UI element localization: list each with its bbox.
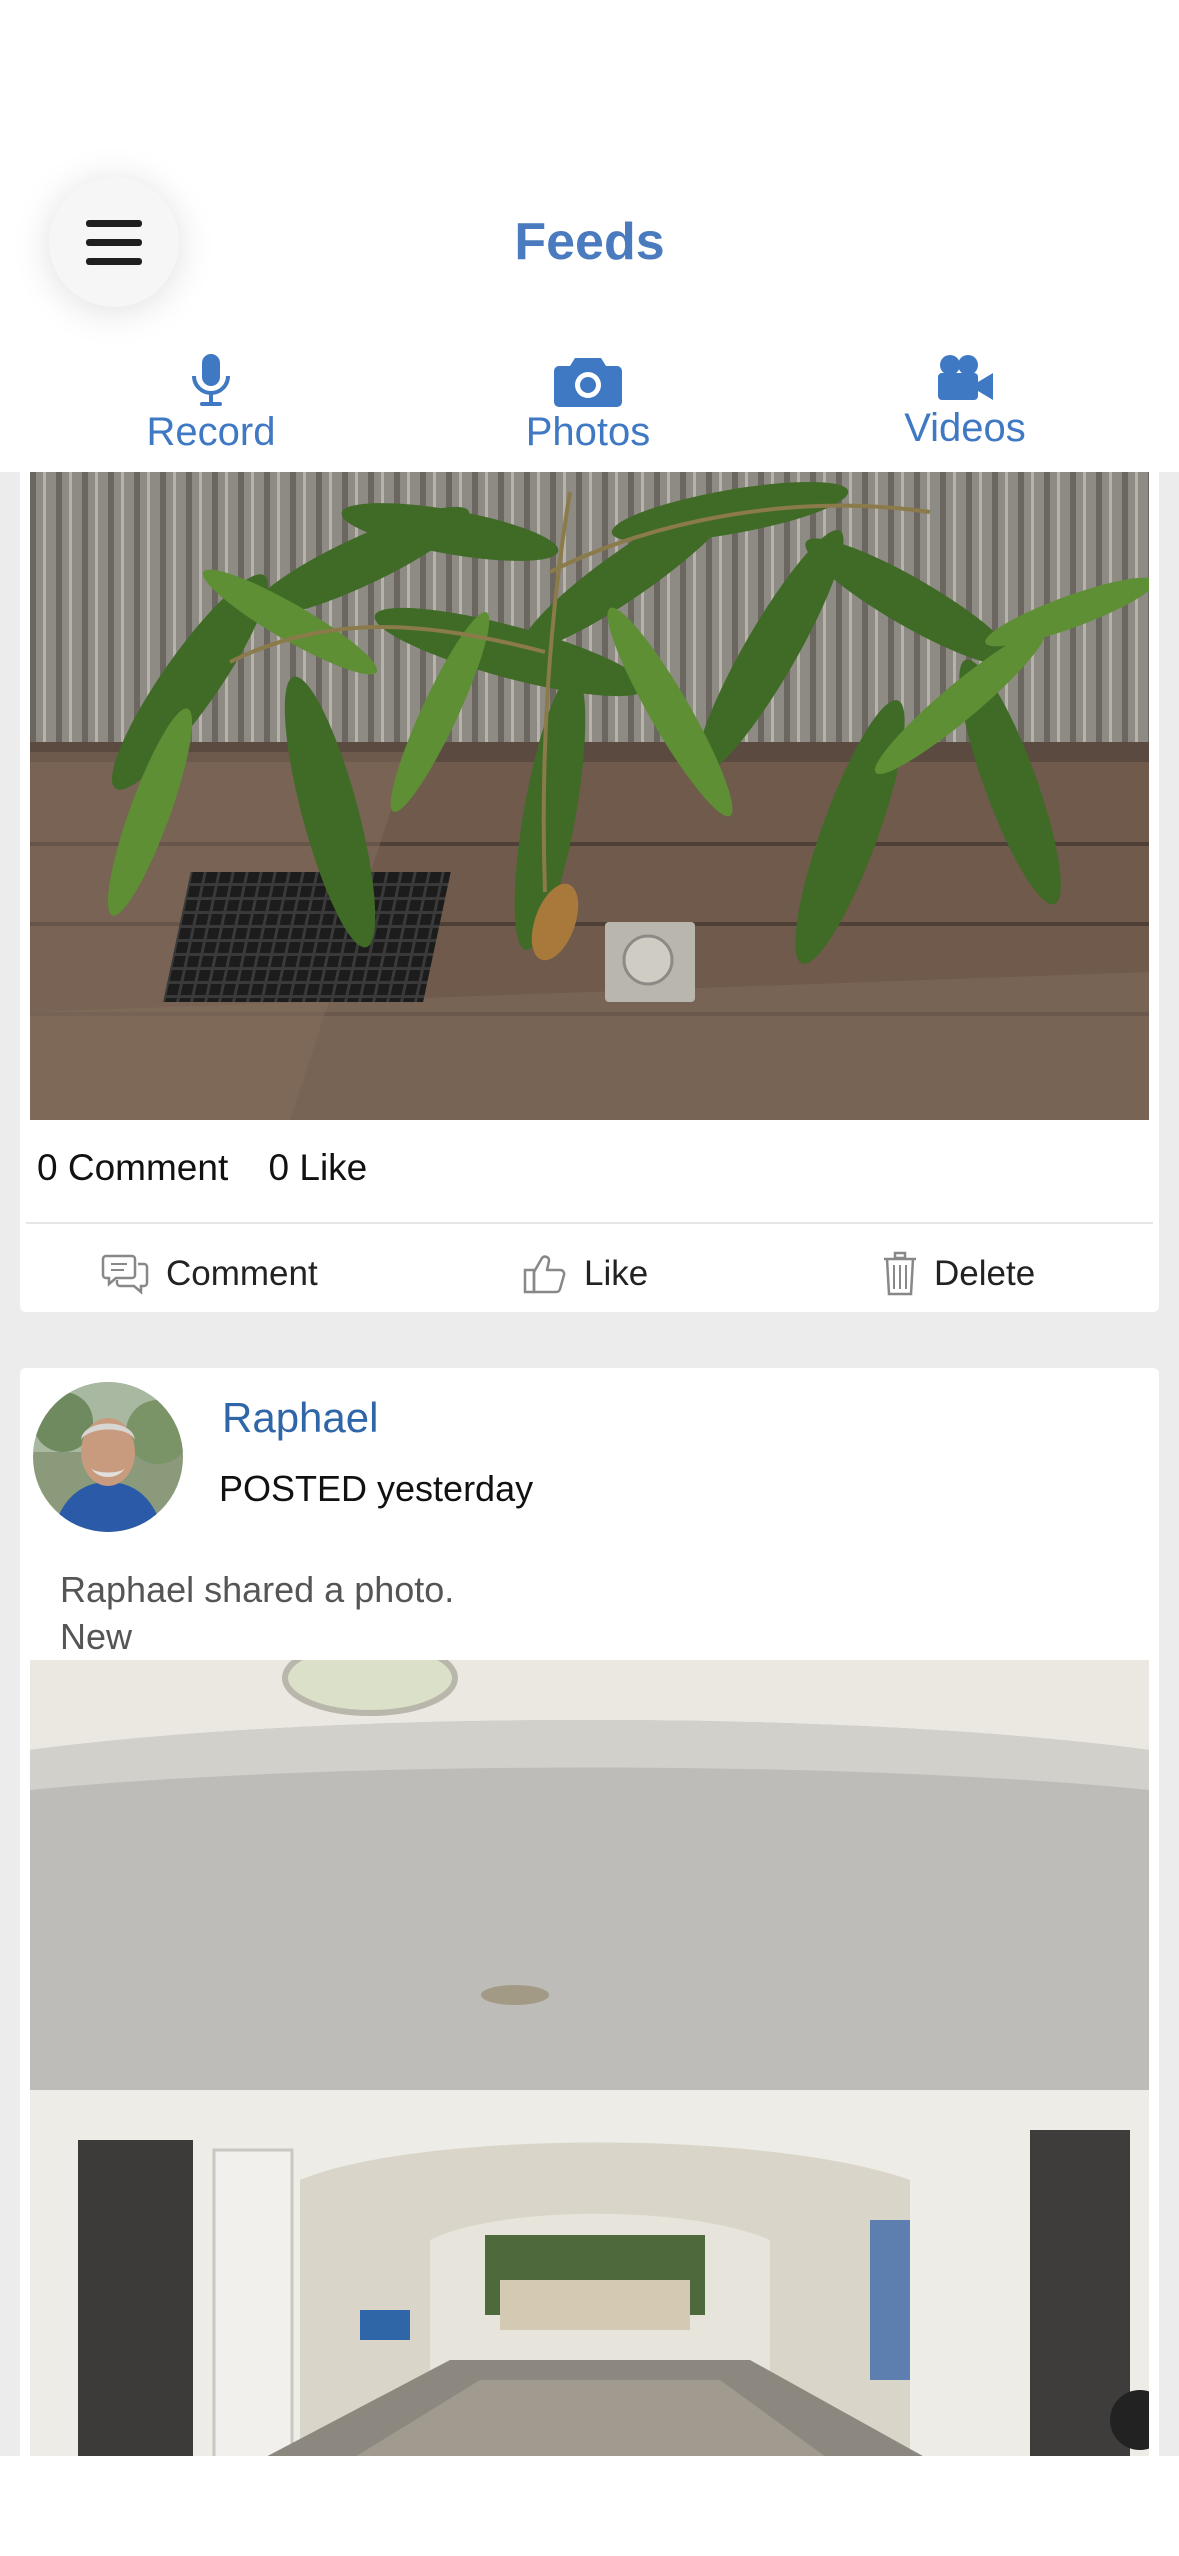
post-caption: Raphael shared a photo.: [60, 1569, 455, 1610]
comment-button[interactable]: Comment: [100, 1249, 318, 1299]
trash-icon: [884, 1251, 916, 1296]
tab-videos-label: Videos: [904, 406, 1026, 450]
post-timestamp: POSTED yesterday: [219, 1468, 534, 1509]
thumbs-up-icon: [523, 1255, 566, 1294]
like-count: 0 Like: [268, 1147, 368, 1188]
video-camera-icon: [938, 355, 993, 400]
tab-record-label: Record: [146, 410, 276, 454]
delete-button[interactable]: Delete: [882, 1249, 1035, 1299]
app-header: Feeds Record Photos Videos: [0, 0, 1179, 472]
post-author[interactable]: Raphael: [222, 1394, 378, 1442]
page-title: Feeds: [514, 213, 665, 271]
feed-list[interactable]: 0 Comment 0 Like Comment Like Delete Rap…: [0, 472, 1179, 2456]
tab-photos[interactable]: Photos: [468, 352, 708, 454]
like-button[interactable]: Like: [522, 1249, 648, 1299]
delete-button-label: Delete: [934, 1254, 1036, 1293]
post-photo-plant[interactable]: [30, 472, 1149, 1120]
comment-button-label: Comment: [166, 1254, 318, 1293]
tab-photos-label: Photos: [525, 410, 651, 454]
camera-icon: [554, 358, 622, 407]
comment-count: 0 Comment: [37, 1147, 229, 1188]
bottom-safe-area: [0, 2456, 1179, 2556]
like-button-label: Like: [584, 1254, 649, 1293]
divider: [26, 1222, 1153, 1224]
post-photo-passage[interactable]: [30, 1660, 1149, 2456]
feed-post: Raphael POSTED yesterday Raphael shared …: [20, 1368, 1159, 2456]
post-stats: 0 Comment 0 Like: [37, 1147, 397, 1189]
feed-post: 0 Comment 0 Like Comment Like Delete: [20, 472, 1159, 1312]
new-badge: New: [60, 1616, 133, 1657]
avatar[interactable]: [33, 1382, 183, 1532]
tab-videos[interactable]: Videos: [845, 352, 1085, 450]
post-text: Raphael shared a photo. New: [60, 1566, 454, 1660]
tab-record[interactable]: Record: [91, 352, 331, 454]
comment-icon: [101, 1254, 149, 1295]
microphone-icon: [192, 354, 230, 406]
